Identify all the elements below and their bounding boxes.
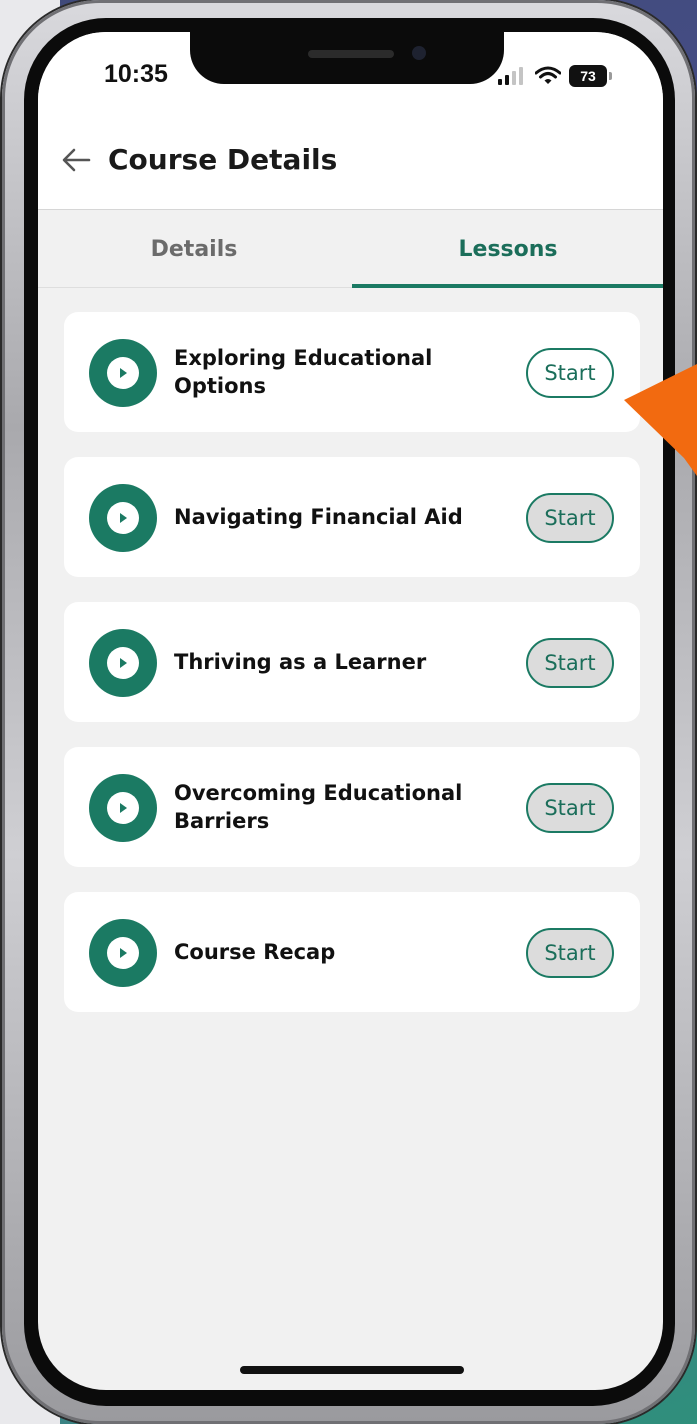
speaker-grille (308, 50, 394, 58)
lesson-card[interactable]: Course Recap Start (64, 892, 640, 1012)
arrow-left-icon (62, 148, 91, 172)
lesson-play-button[interactable] (89, 629, 157, 697)
play-icon (120, 948, 127, 958)
start-button[interactable]: Start (526, 638, 614, 688)
lesson-play-button[interactable] (89, 484, 157, 552)
lesson-title: Course Recap (174, 940, 336, 964)
wifi-icon (535, 66, 561, 84)
lesson-card[interactable]: Thriving as a Learner Start (64, 602, 640, 722)
lesson-play-button[interactable] (89, 339, 157, 407)
back-button[interactable] (54, 140, 98, 180)
lesson-play-button[interactable] (89, 774, 157, 842)
lesson-title: Navigating Financial Aid (174, 505, 463, 529)
status-icons: 73 (498, 64, 612, 88)
lesson-card[interactable]: Exploring Educational Options Start (64, 312, 640, 432)
lesson-card[interactable]: Overcoming Educational Barriers Start (64, 747, 640, 867)
lesson-card[interactable]: Navigating Financial Aid Start (64, 457, 640, 577)
app-screen: 10:35 73 Course Details Details Lessons … (38, 32, 663, 1390)
play-icon (120, 368, 127, 378)
lesson-title: Overcoming Educational Barriers (174, 781, 463, 833)
lesson-list: Exploring Educational Options Start Navi… (64, 312, 640, 1037)
start-button[interactable]: Start (526, 493, 614, 543)
battery-level: 73 (580, 68, 596, 84)
play-icon (120, 803, 127, 813)
tab-bar: Details Lessons (38, 210, 663, 288)
start-button[interactable]: Start (526, 783, 614, 833)
front-camera (412, 46, 426, 60)
app-header: 10:35 73 Course Details (38, 32, 663, 210)
status-time: 10:35 (104, 60, 168, 88)
notch (190, 32, 504, 84)
page-title: Course Details (108, 143, 338, 176)
lesson-play-button[interactable] (89, 919, 157, 987)
battery-icon: 73 (569, 65, 612, 87)
play-icon (120, 513, 127, 523)
cellular-signal-icon (498, 67, 523, 85)
play-icon (120, 658, 127, 668)
tab-details[interactable]: Details (38, 210, 350, 288)
tab-lessons[interactable]: Lessons (352, 210, 663, 288)
start-button[interactable]: Start (526, 348, 614, 398)
active-tab-indicator (352, 284, 663, 288)
home-indicator[interactable] (240, 1366, 464, 1374)
lesson-title: Exploring Educational Options (174, 346, 433, 398)
pointer-arrow-icon (624, 364, 697, 476)
lesson-title: Thriving as a Learner (174, 650, 427, 674)
start-button[interactable]: Start (526, 928, 614, 978)
